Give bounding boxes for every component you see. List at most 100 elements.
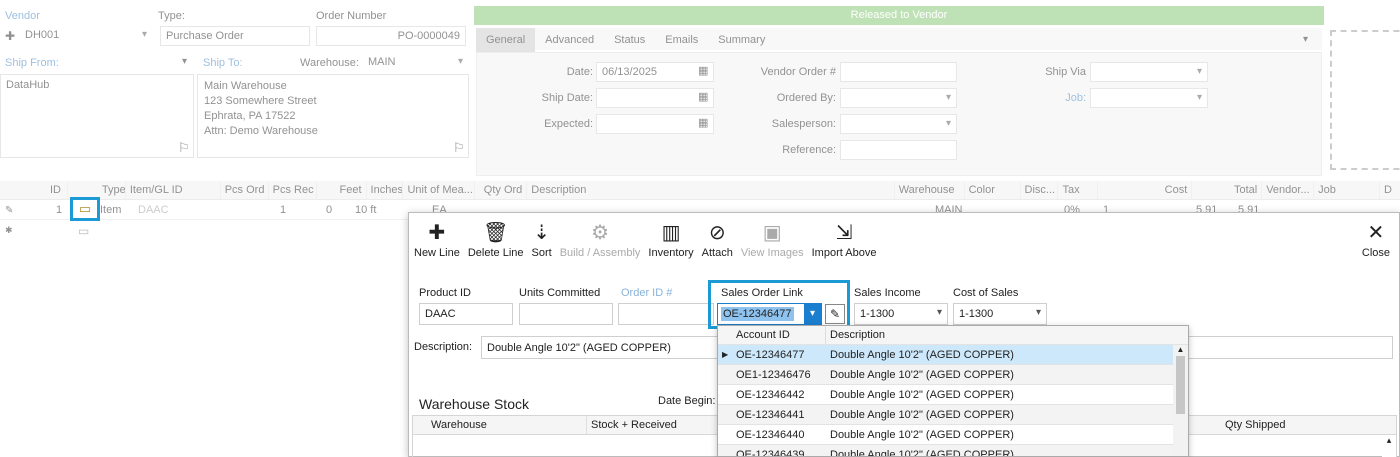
- vendor-select[interactable]: DH001: [20, 26, 152, 46]
- import-above-button[interactable]: ⇲ Import Above: [809, 219, 880, 259]
- col-d[interactable]: D: [1380, 181, 1400, 199]
- ordered-by-select[interactable]: [840, 88, 957, 108]
- build-assembly-button[interactable]: ⚙ Build / Assembly: [557, 219, 644, 259]
- ship-from-dropdown-icon[interactable]: ▾: [182, 56, 187, 67]
- vendor-order-field[interactable]: [840, 62, 957, 82]
- reference-label: Reference:: [782, 144, 836, 156]
- expected-field[interactable]: [596, 114, 714, 134]
- vendor-label[interactable]: Vendor: [5, 10, 40, 22]
- units-committed-field[interactable]: [519, 303, 613, 325]
- job-label[interactable]: Job:: [1030, 92, 1086, 104]
- inventory-button[interactable]: ▥ Inventory: [645, 219, 696, 259]
- cost-of-sales-select[interactable]: 1-1300: [953, 303, 1047, 325]
- order-number-field[interactable]: PO-0000049: [316, 26, 466, 46]
- tab-emails[interactable]: Emails: [655, 28, 708, 52]
- scroll-up-icon[interactable]: ▲: [1173, 345, 1188, 354]
- calendar-icon[interactable]: ▦: [698, 64, 708, 77]
- salesperson-label: Salesperson:: [771, 118, 836, 130]
- sort-button[interactable]: ⇣ Sort: [529, 219, 555, 259]
- dropdown-row[interactable]: OE-12346440 Double Angle 10'2" (AGED COPP…: [718, 425, 1188, 445]
- calendar-icon[interactable]: ▦: [698, 90, 708, 103]
- tab-advanced[interactable]: Advanced: [535, 28, 604, 52]
- product-id-field[interactable]: DAAC: [419, 303, 513, 325]
- job-select[interactable]: [1090, 88, 1208, 108]
- col-stock-received[interactable]: Stock + Received: [587, 416, 727, 434]
- col-pcs-rec[interactable]: Pcs Rec: [269, 181, 317, 199]
- tab-general[interactable]: General: [476, 28, 536, 52]
- folder-icon[interactable]: ▭: [78, 224, 89, 238]
- delete-line-button[interactable]: 🗑 Delete Line: [465, 219, 527, 259]
- cost-of-sales-label: Cost of Sales: [953, 287, 1019, 299]
- chevron-down-icon[interactable]: ▾: [1293, 28, 1318, 51]
- reference-field[interactable]: [840, 140, 957, 160]
- dropdown-scrollbar[interactable]: ▲: [1173, 345, 1188, 456]
- col-warehouse[interactable]: Warehouse: [895, 181, 965, 199]
- dropdown-row[interactable]: OE-12346441 Double Angle 10'2" (AGED COPP…: [718, 405, 1188, 425]
- col-item[interactable]: Item/GL ID: [126, 181, 221, 199]
- ship-from-label[interactable]: Ship From:: [5, 57, 59, 69]
- sales-income-select[interactable]: 1-1300: [854, 303, 948, 325]
- map-icon[interactable]: ⚐: [453, 140, 465, 156]
- col-inches[interactable]: Inches: [367, 181, 404, 199]
- product-id-label: Product ID: [419, 287, 471, 299]
- close-icon: ✕: [1367, 222, 1385, 244]
- ordered-by-label: Ordered By:: [776, 92, 836, 104]
- col-pcs-ord[interactable]: Pcs Ord: [221, 181, 269, 199]
- col-disc[interactable]: Disc...: [1021, 181, 1059, 199]
- edit-link-icon[interactable]: ✎: [825, 304, 845, 324]
- dropdown-row[interactable]: OE-12346439 Double Angle 10'2" (AGED COPP…: [718, 445, 1188, 456]
- ship-to-label[interactable]: Ship To:: [203, 57, 243, 69]
- close-button[interactable]: ✕ Close: [1359, 219, 1393, 259]
- map-icon[interactable]: ⚐: [178, 140, 190, 156]
- status-banner: Released to Vendor: [474, 6, 1324, 25]
- col-description[interactable]: Description: [826, 326, 1166, 344]
- col-cost[interactable]: Cost: [1098, 181, 1193, 199]
- dropdown-row[interactable]: OE-12346442 Double Angle 10'2" (AGED COPP…: [718, 385, 1188, 405]
- col-type[interactable]: Type: [98, 181, 126, 199]
- col-unit[interactable]: Unit of Mea...: [403, 181, 476, 199]
- col-qty-shipped[interactable]: Qty Shipped: [1221, 416, 1290, 435]
- calendar-icon[interactable]: ▦: [698, 116, 708, 129]
- date-field[interactable]: 06/13/2025: [596, 62, 714, 82]
- sales-order-dropdown: Account ID Description ▶ OE-12346477 Doubl…: [717, 325, 1189, 457]
- image-icon: ▣: [762, 222, 782, 244]
- col-vendor[interactable]: Vendor...: [1262, 181, 1315, 199]
- attach-button[interactable]: ⊘ Attach: [699, 219, 736, 259]
- barcode-icon: ▥: [661, 222, 681, 244]
- col-qty[interactable]: Qty Ord: [475, 181, 528, 199]
- folder-icon[interactable]: ▭: [73, 200, 97, 217]
- col-description[interactable]: Description: [527, 181, 895, 199]
- ship-via-select[interactable]: [1090, 62, 1208, 82]
- scroll-up-icon[interactable]: ▴: [1382, 435, 1396, 457]
- expected-label: Expected:: [544, 118, 593, 130]
- add-vendor-icon[interactable]: ✚: [5, 29, 15, 43]
- salesperson-select[interactable]: [840, 114, 957, 134]
- row-pointer-icon: ▶: [722, 350, 729, 359]
- tab-status[interactable]: Status: [604, 28, 655, 52]
- row-pcs-ord: 1: [280, 204, 287, 216]
- type-field[interactable]: Purchase Order: [160, 26, 310, 46]
- order-id-label[interactable]: Order ID #: [621, 287, 672, 299]
- sales-order-link-value[interactable]: OE-12346477: [721, 307, 794, 321]
- folder-icon-highlight[interactable]: ▭: [70, 197, 100, 221]
- drop-zone[interactable]: [1330, 30, 1400, 170]
- warehouse-select[interactable]: MAIN: [363, 53, 468, 73]
- tab-summary[interactable]: Summary: [708, 28, 775, 52]
- new-line-button[interactable]: ✚ New Line: [411, 219, 463, 259]
- col-color[interactable]: Color: [965, 181, 1021, 199]
- col-tax[interactable]: Tax: [1058, 181, 1099, 199]
- col-warehouse[interactable]: Warehouse: [427, 416, 587, 434]
- col-feet[interactable]: Feet: [317, 181, 367, 199]
- chevron-down-icon[interactable]: ▾: [804, 304, 821, 324]
- view-images-button[interactable]: ▣ View Images: [738, 219, 807, 259]
- order-id-field[interactable]: [618, 303, 714, 325]
- col-total[interactable]: Total: [1192, 181, 1263, 199]
- scroll-thumb[interactable]: [1176, 356, 1185, 414]
- col-job[interactable]: Job: [1314, 181, 1381, 199]
- dropdown-row[interactable]: ▶ OE-12346477 Double Angle 10'2" (AGED COP…: [718, 345, 1188, 365]
- ship-date-field[interactable]: [596, 88, 714, 108]
- dropdown-row[interactable]: OE1-12346476 Double Angle 10'2" (AGED COP…: [718, 365, 1188, 385]
- sales-order-link-combo[interactable]: OE-12346477 ▾: [717, 303, 822, 325]
- col-account-id[interactable]: Account ID: [732, 326, 826, 344]
- col-id[interactable]: ID: [46, 181, 68, 199]
